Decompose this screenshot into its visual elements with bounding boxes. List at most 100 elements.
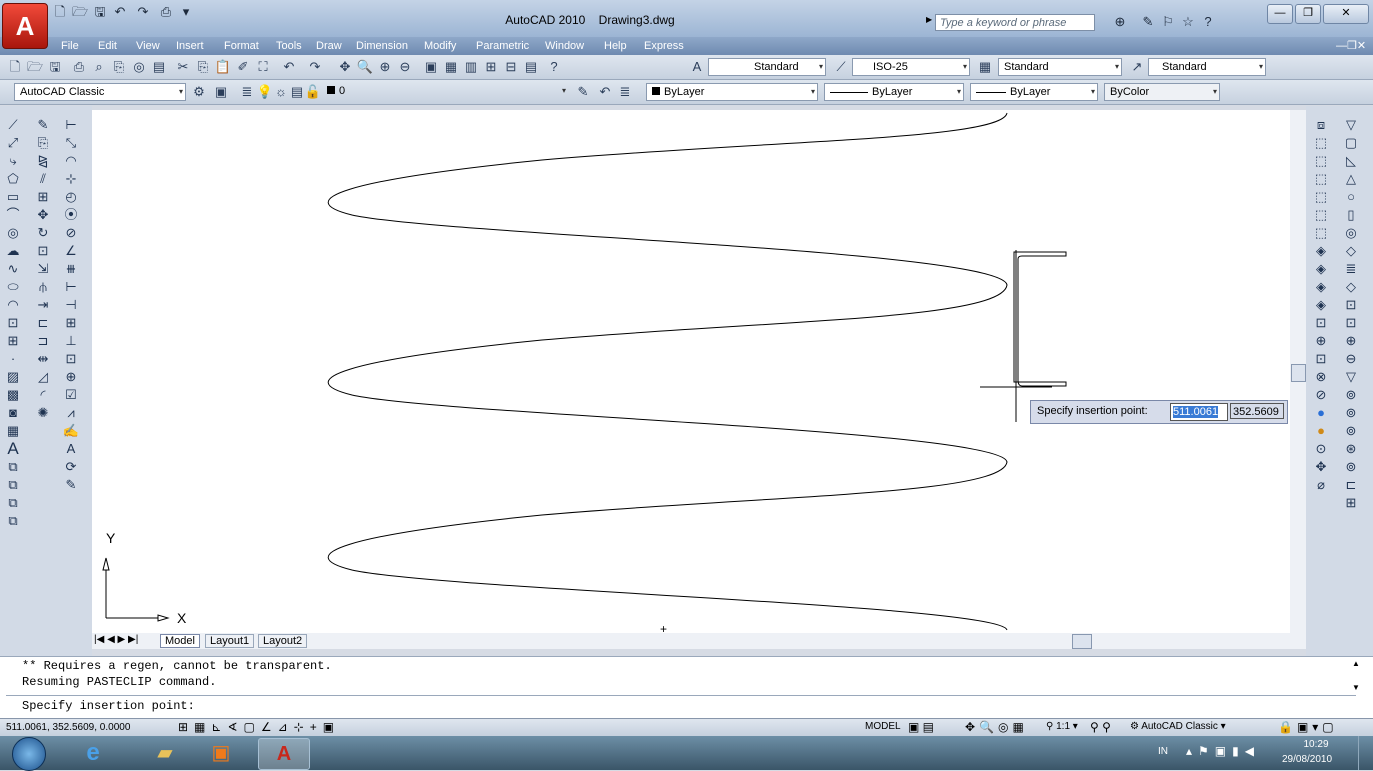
tab-layout2[interactable]: Layout2 xyxy=(258,634,308,648)
text-style-dropdown[interactable]: Standard ▾ xyxy=(708,58,826,76)
rectangle-icon[interactable]: ▭ xyxy=(4,188,22,206)
menu-help[interactable]: Help xyxy=(600,37,631,55)
delete-faces-icon[interactable]: △ xyxy=(1342,170,1360,188)
design-center-icon[interactable]: ▦ xyxy=(442,58,460,76)
polygon-icon[interactable]: ⬠ xyxy=(4,170,22,188)
open-icon[interactable]: 🗁 xyxy=(72,4,88,20)
linetype-dropdown[interactable]: ByLayer ▾ xyxy=(824,83,964,101)
layout-buttons[interactable]: ▣ ▤ xyxy=(908,720,934,734)
publish-icon[interactable]: ⎘ xyxy=(110,58,128,76)
cone-icon[interactable]: ⬚ xyxy=(1312,170,1330,188)
help-icon[interactable]: ? xyxy=(545,58,563,76)
3d-print-icon[interactable]: ◎ xyxy=(130,58,148,76)
construction-line-icon[interactable]: ⤢ xyxy=(4,134,22,152)
drawing-canvas[interactable]: Y X + Specify insertion point: 511.0061 … xyxy=(92,110,1290,636)
coordinate-readout[interactable]: 511.0061, 352.5609, 0.0000 xyxy=(6,722,130,733)
chamfer-icon[interactable]: ◿ xyxy=(34,368,52,386)
continue-icon[interactable]: ⊣ xyxy=(62,296,80,314)
move-faces-icon[interactable]: ▢ xyxy=(1342,134,1360,152)
subscription-icon[interactable]: ✎ xyxy=(1140,14,1156,30)
3d-rotate-icon[interactable]: ✥ xyxy=(1312,458,1330,476)
make-block-icon[interactable]: ⊞ xyxy=(4,332,22,350)
new-icon[interactable]: 🗋 xyxy=(52,4,68,20)
mtext-icon[interactable]: A xyxy=(4,440,22,458)
fillet-icon[interactable]: ◜ xyxy=(34,386,52,404)
layer-manager-icon[interactable]: ≣ xyxy=(238,83,256,101)
horizontal-scroll-thumb[interactable] xyxy=(1072,634,1092,649)
helix-icon[interactable]: ◈ xyxy=(1312,260,1330,278)
3d-align-icon[interactable]: ⌀ xyxy=(1312,476,1330,494)
qat-dropdown-icon[interactable]: ▾ xyxy=(178,4,194,20)
plotstyle-dropdown[interactable]: ByColor ▾ xyxy=(1104,83,1220,101)
command-scroll-down-icon[interactable]: ▼ xyxy=(1352,683,1360,692)
minimize-button[interactable]: — xyxy=(1267,4,1293,24)
workspace-dropdown[interactable]: AutoCAD Classic ▾ xyxy=(14,83,186,101)
command-prompt-input[interactable]: Specify insertion point: xyxy=(22,699,195,713)
imprint-icon[interactable]: ⊡ xyxy=(1342,296,1360,314)
plot-icon[interactable]: ⎙ xyxy=(70,58,88,76)
group-select-icon[interactable]: ⧉ xyxy=(4,512,22,530)
menu-draw[interactable]: Draw xyxy=(312,37,346,55)
erase-icon[interactable]: ✎ xyxy=(34,116,52,134)
color-faces-icon[interactable]: ◇ xyxy=(1342,242,1360,260)
layer-dropdown[interactable]: 0 ▾ xyxy=(322,83,568,101)
sphere-icon[interactable]: ⬚ xyxy=(1312,188,1330,206)
trim-icon[interactable]: ⫛ xyxy=(34,278,52,296)
vertical-scrollbar[interactable] xyxy=(1290,110,1306,633)
cylinder-icon[interactable]: ⬚ xyxy=(1312,206,1330,224)
dim-update-icon[interactable]: ⟳ xyxy=(62,458,80,476)
jogged-linear-icon[interactable]: ⩘ xyxy=(62,404,80,422)
array-icon[interactable]: ⊞ xyxy=(34,188,52,206)
plot-preview-icon[interactable]: ⌕ xyxy=(90,58,108,76)
dim-style-panel-icon[interactable]: ✎ xyxy=(62,476,80,494)
communication-icon[interactable]: ⚐ xyxy=(1160,14,1176,30)
diameter-icon[interactable]: ⊘ xyxy=(62,224,80,242)
copy-faces-icon[interactable]: ◎ xyxy=(1342,224,1360,242)
revolve-icon[interactable]: ⊡ xyxy=(1312,350,1330,368)
ordinate-icon[interactable]: ⊹ xyxy=(62,170,80,188)
dim-edit-icon[interactable]: ✍ xyxy=(62,422,80,440)
open-icon[interactable]: 🗁 xyxy=(26,58,44,76)
multileader-style-dropdown[interactable]: Standard ▾ xyxy=(1148,58,1266,76)
inspection-icon[interactable]: ☑ xyxy=(62,386,80,404)
copy-object-icon[interactable]: ⎘ xyxy=(34,134,52,152)
paste-icon[interactable]: 📋 xyxy=(214,58,232,76)
offset-icon[interactable]: ⫽ xyxy=(34,170,52,188)
group-icon[interactable]: ⧉ xyxy=(4,458,22,476)
revcloud-icon[interactable]: ☁ xyxy=(4,242,22,260)
linear-dim-icon[interactable]: ⊢ xyxy=(62,116,80,134)
union-icon[interactable]: ⊘ xyxy=(1312,386,1330,404)
hatch-icon[interactable]: ▨ xyxy=(4,368,22,386)
polysolid-icon[interactable]: ⧈ xyxy=(1312,116,1330,134)
zoom-window-icon[interactable]: ⊕ xyxy=(376,58,394,76)
dynamic-input-y-field[interactable]: 352.5609 xyxy=(1230,403,1284,419)
annotation-visibility-icons[interactable]: ⚲ ⚲ xyxy=(1090,720,1111,734)
dim-style-dropdown[interactable]: ISO-25 ▾ xyxy=(852,58,970,76)
close-button[interactable]: ✕ xyxy=(1323,4,1369,24)
ungroup-icon[interactable]: ⧉ xyxy=(4,476,22,494)
maximize-button[interactable]: ❐ xyxy=(1295,4,1321,24)
show-desktop-button[interactable] xyxy=(1358,736,1373,770)
tab-model[interactable]: Model xyxy=(160,634,200,648)
redo-icon[interactable]: ↷ xyxy=(135,4,151,20)
qnew-icon[interactable]: 🗋 xyxy=(6,58,24,76)
flatshot-icon[interactable]: ⊏ xyxy=(1342,476,1360,494)
scale-icon[interactable]: ⊡ xyxy=(34,242,52,260)
box-icon[interactable]: ⬚ xyxy=(1312,134,1330,152)
menu-parametric[interactable]: Parametric xyxy=(472,37,533,55)
thicken-icon[interactable]: ⊚ xyxy=(1342,404,1360,422)
language-indicator[interactable]: IN xyxy=(1158,746,1168,757)
workspace-switch[interactable]: ⚙ AutoCAD Classic ▾ xyxy=(1130,721,1226,732)
drafting-toggles[interactable]: ⊞▦⊾∢▢∠⊿⊹+▣ xyxy=(178,720,340,734)
rotate-icon[interactable]: ↻ xyxy=(34,224,52,242)
color-edges-icon[interactable]: ◇ xyxy=(1342,278,1360,296)
polyline-icon[interactable]: ⤷ xyxy=(4,152,22,170)
calculator-icon[interactable]: ▤ xyxy=(522,58,540,76)
planar-surface-icon[interactable]: ◈ xyxy=(1312,278,1330,296)
menu-edit[interactable]: Edit xyxy=(94,37,121,55)
menu-view[interactable]: View xyxy=(132,37,164,55)
menu-tools[interactable]: Tools xyxy=(272,37,306,55)
workspace-save-icon[interactable]: ▣ xyxy=(212,83,230,101)
group-edit-icon[interactable]: ⧉ xyxy=(4,494,22,512)
block-editor-icon[interactable]: ⛶ xyxy=(254,58,272,76)
